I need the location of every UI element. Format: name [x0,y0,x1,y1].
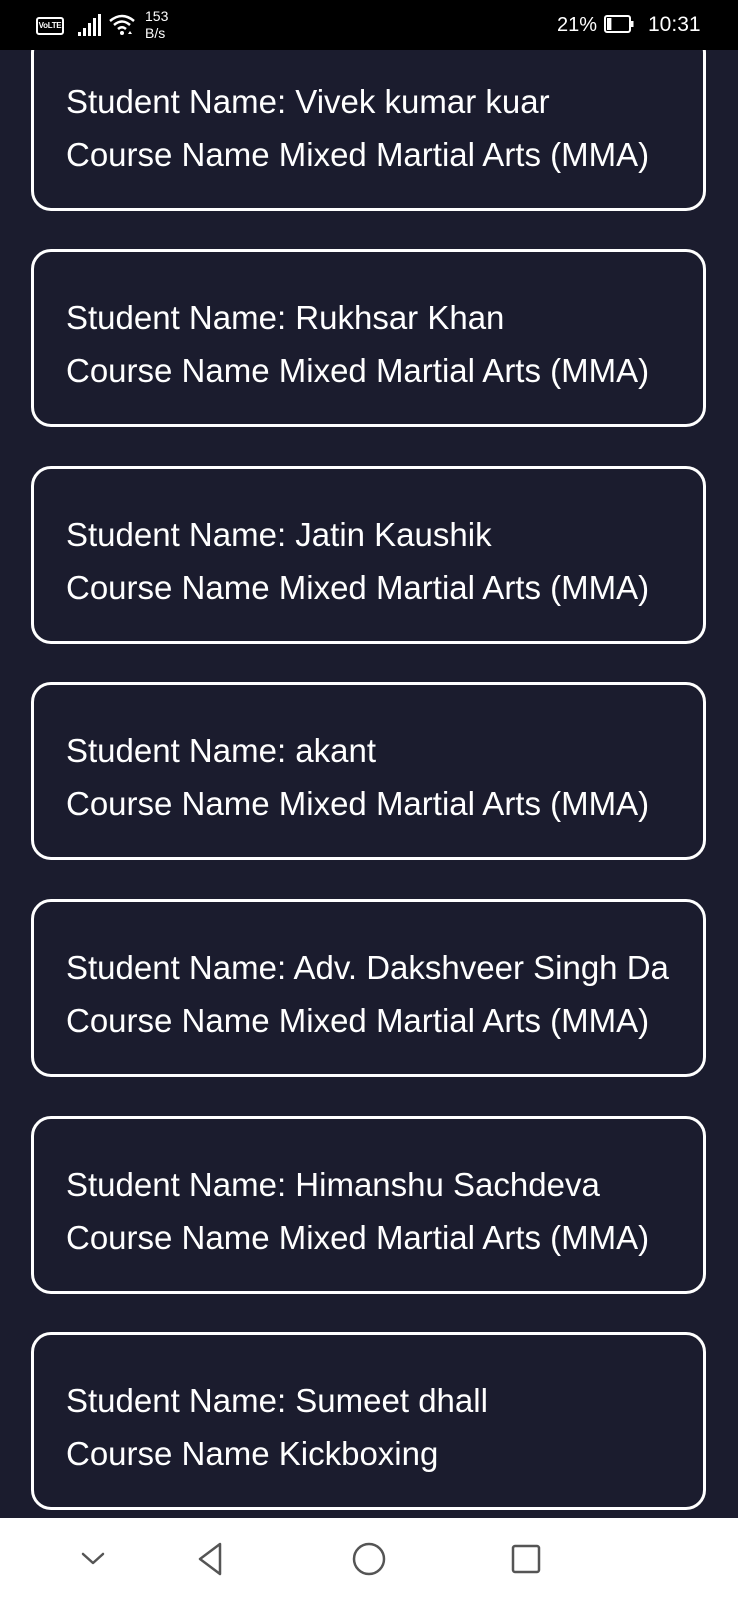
course-name: Course Name Mixed Martial Arts (MMA) [66,1002,650,1039]
volte-icon: VoLTE [36,17,64,35]
battery-icon [604,15,634,33]
student-card[interactable]: Student Name: Adv. Dakshveer Singh Da Co… [31,899,706,1077]
student-name: Student Name: Vivek kumar kuar [66,83,550,120]
course-name: Course Name Mixed Martial Arts (MMA) [66,569,650,606]
course-name: Course Name Mixed Martial Arts (MMA) [66,352,650,389]
course-name: Course Name Mixed Martial Arts (MMA) [66,136,650,173]
chevron-down-icon[interactable] [70,1536,116,1582]
course-name: Course Name Mixed Martial Arts (MMA) [66,1219,650,1256]
network-speed-unit: B/s [145,25,166,41]
student-name: Student Name: Jatin Kaushik [66,516,492,553]
home-circle-icon[interactable] [346,1536,392,1582]
network-speed: 153 B/s [145,8,168,42]
course-name: Course Name Kickboxing [66,1435,439,1472]
wifi-icon [109,14,135,35]
clock: 10:31 [648,13,701,36]
student-name: Student Name: Himanshu Sachdeva [66,1166,600,1203]
student-name: Student Name: Adv. Dakshveer Singh Da [66,949,669,986]
course-name: Course Name Mixed Martial Arts (MMA) [66,785,650,822]
status-bar: VoLTE 153 B/s 21% 10:31 [0,0,738,50]
signal-strength-icon [78,14,101,36]
network-speed-value: 153 [145,8,169,24]
student-name: Student Name: akant [66,732,377,769]
student-card[interactable]: Student Name: akant Course Name Mixed Ma… [31,682,706,860]
navigation-bar [0,1518,738,1600]
student-card[interactable]: Student Name: Sumeet dhall Course Name K… [31,1332,706,1510]
student-name: Student Name: Rukhsar Khan [66,299,505,336]
student-card[interactable]: Student Name: Himanshu Sachdeva Course N… [31,1116,706,1294]
student-list[interactable]: Student Name: Vivek kumar kuar Course Na… [0,50,738,1518]
student-card[interactable]: Student Name: Rukhsar Khan Course Name M… [31,249,706,427]
back-triangle-icon[interactable] [188,1536,234,1582]
recents-square-icon[interactable] [503,1536,549,1582]
student-card[interactable]: Student Name: Jatin Kaushik Course Name … [31,466,706,644]
battery-percent: 21% [557,14,598,36]
student-name: Student Name: Sumeet dhall [66,1382,488,1419]
student-card[interactable]: Student Name: Vivek kumar kuar Course Na… [31,50,706,211]
